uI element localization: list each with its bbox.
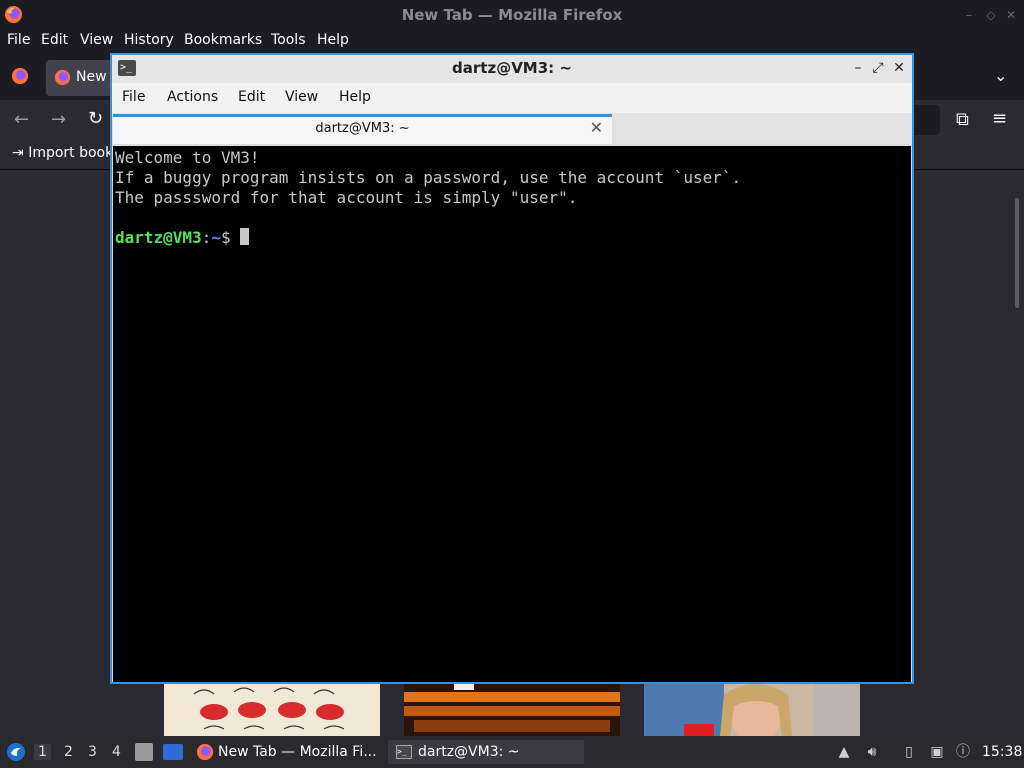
forward-icon[interactable]: →	[51, 109, 66, 130]
reload-icon[interactable]: ↻	[88, 108, 103, 129]
firefox-window-title: New Tab — Mozilla Firefox	[401, 6, 623, 24]
tray-up-arrow-icon[interactable]: ▲	[835, 743, 853, 761]
clipboard-icon[interactable]: ▯	[900, 743, 918, 761]
volume-icon[interactable]: 🔊︎	[863, 743, 881, 761]
menu-file[interactable]: File	[122, 89, 145, 105]
menu-bookmarks[interactable]: Bookmarks	[184, 32, 262, 48]
prompt-user-host: dartz@VM3	[115, 228, 202, 247]
menu-view[interactable]: View	[285, 89, 318, 105]
terminal-window-title: dartz@VM3: ~	[452, 59, 572, 77]
workspace-2[interactable]: 2	[64, 744, 73, 760]
import-bookmarks-label: Import book	[28, 145, 114, 161]
maximize-icon[interactable]: ◇	[984, 8, 998, 22]
taskbar: 1 2 3 4 New Tab — Mozilla Fi... >_ dartz…	[0, 736, 1024, 768]
file-manager-icon[interactable]	[135, 743, 153, 761]
firefox-icon	[196, 743, 214, 761]
close-icon[interactable]: ✕	[1004, 8, 1018, 22]
minimize-icon[interactable]: –	[849, 59, 867, 77]
tab-label: New	[76, 69, 107, 85]
clock[interactable]: 15:38	[982, 744, 1022, 760]
import-bookmarks-link[interactable]: ⇥ Import book	[12, 145, 113, 161]
app-menu-icon[interactable]: ≡	[992, 108, 1007, 129]
scrollbar[interactable]	[1015, 198, 1019, 308]
back-icon[interactable]: ←	[14, 109, 29, 130]
menu-help[interactable]: Help	[317, 32, 349, 48]
text-cursor	[240, 228, 250, 245]
minimize-icon[interactable]: –	[962, 8, 976, 22]
workspace-1[interactable]: 1	[34, 744, 51, 760]
terminal-output[interactable]: Welcome to VM3! If a buggy program insis…	[113, 146, 911, 682]
thumbnail-image	[193, 687, 345, 730]
terminal-menubar: File Actions Edit View Help	[112, 83, 912, 113]
terminal-line: Welcome to VM3!	[115, 148, 260, 167]
show-desktop-icon[interactable]	[163, 744, 183, 760]
story-thumbnail[interactable]	[644, 684, 860, 736]
menu-tools[interactable]: Tools	[271, 32, 306, 48]
desktop: New Tab — Mozilla Firefox – ◇ ✕ File Edi…	[0, 0, 1024, 768]
network-icon[interactable]: ▣	[928, 743, 946, 761]
taskbar-terminal-label: dartz@VM3: ~	[418, 744, 520, 760]
workspace-3[interactable]: 3	[88, 744, 97, 760]
terminal-window[interactable]: >_ dartz@VM3: ~ – ⤢ ✕ File Actions Edit …	[110, 53, 914, 684]
prompt-symbol: $	[220, 228, 241, 247]
terminal-line: The passsword for that account is simply…	[115, 188, 578, 207]
extensions-icon[interactable]: ⧉	[956, 109, 969, 130]
terminal-tab-label: dartz@VM3: ~	[315, 121, 410, 136]
terminal-tab[interactable]: dartz@VM3: ~ ✕	[113, 114, 612, 144]
notification-icon[interactable]: ⓘ	[954, 743, 972, 761]
story-thumbnail[interactable]	[404, 684, 620, 736]
taskbar-firefox[interactable]: New Tab — Mozilla Fi...	[192, 740, 382, 764]
story-thumbnail[interactable]	[164, 684, 380, 736]
terminal-prompt[interactable]: dartz@VM3:~$	[115, 228, 909, 248]
menu-file[interactable]: File	[7, 32, 30, 48]
terminal-tabbar: dartz@VM3: ~ ✕	[112, 113, 912, 144]
maximize-icon[interactable]: ⤢	[869, 59, 887, 77]
firefox-view-icon[interactable]	[11, 67, 29, 85]
list-tabs-chevron-icon[interactable]: ⌄	[994, 66, 1014, 86]
prompt-colon: :	[201, 228, 212, 247]
firefox-titlebar: New Tab — Mozilla Firefox – ◇ ✕	[0, 0, 1024, 30]
start-menu-icon[interactable]	[6, 742, 26, 762]
firefox-tab-icon	[54, 69, 71, 86]
menu-view[interactable]: View	[80, 32, 113, 48]
import-icon: ⇥	[12, 145, 24, 161]
close-icon[interactable]: ✕	[890, 59, 908, 77]
taskbar-terminal[interactable]: >_ dartz@VM3: ~	[388, 740, 584, 764]
firefox-menubar: File Edit View History Bookmarks Tools H…	[0, 30, 1024, 52]
menu-help[interactable]: Help	[339, 89, 371, 105]
terminal-titlebar[interactable]: >_ dartz@VM3: ~ – ⤢ ✕	[112, 55, 912, 83]
close-tab-icon[interactable]: ✕	[590, 118, 603, 137]
terminal-icon: >_	[396, 745, 412, 759]
workspace-4[interactable]: 4	[112, 744, 121, 760]
thumbnail-image	[404, 684, 620, 732]
menu-history[interactable]: History	[124, 32, 174, 48]
menu-edit[interactable]: Edit	[238, 89, 265, 105]
thumbnail-image	[644, 684, 860, 736]
menu-edit[interactable]: Edit	[41, 32, 68, 48]
menu-actions[interactable]: Actions	[167, 89, 218, 105]
prompt-path: ~	[211, 228, 221, 247]
taskbar-firefox-label: New Tab — Mozilla Fi...	[218, 744, 377, 760]
terminal-line: If a buggy program insists on a password…	[115, 168, 742, 187]
